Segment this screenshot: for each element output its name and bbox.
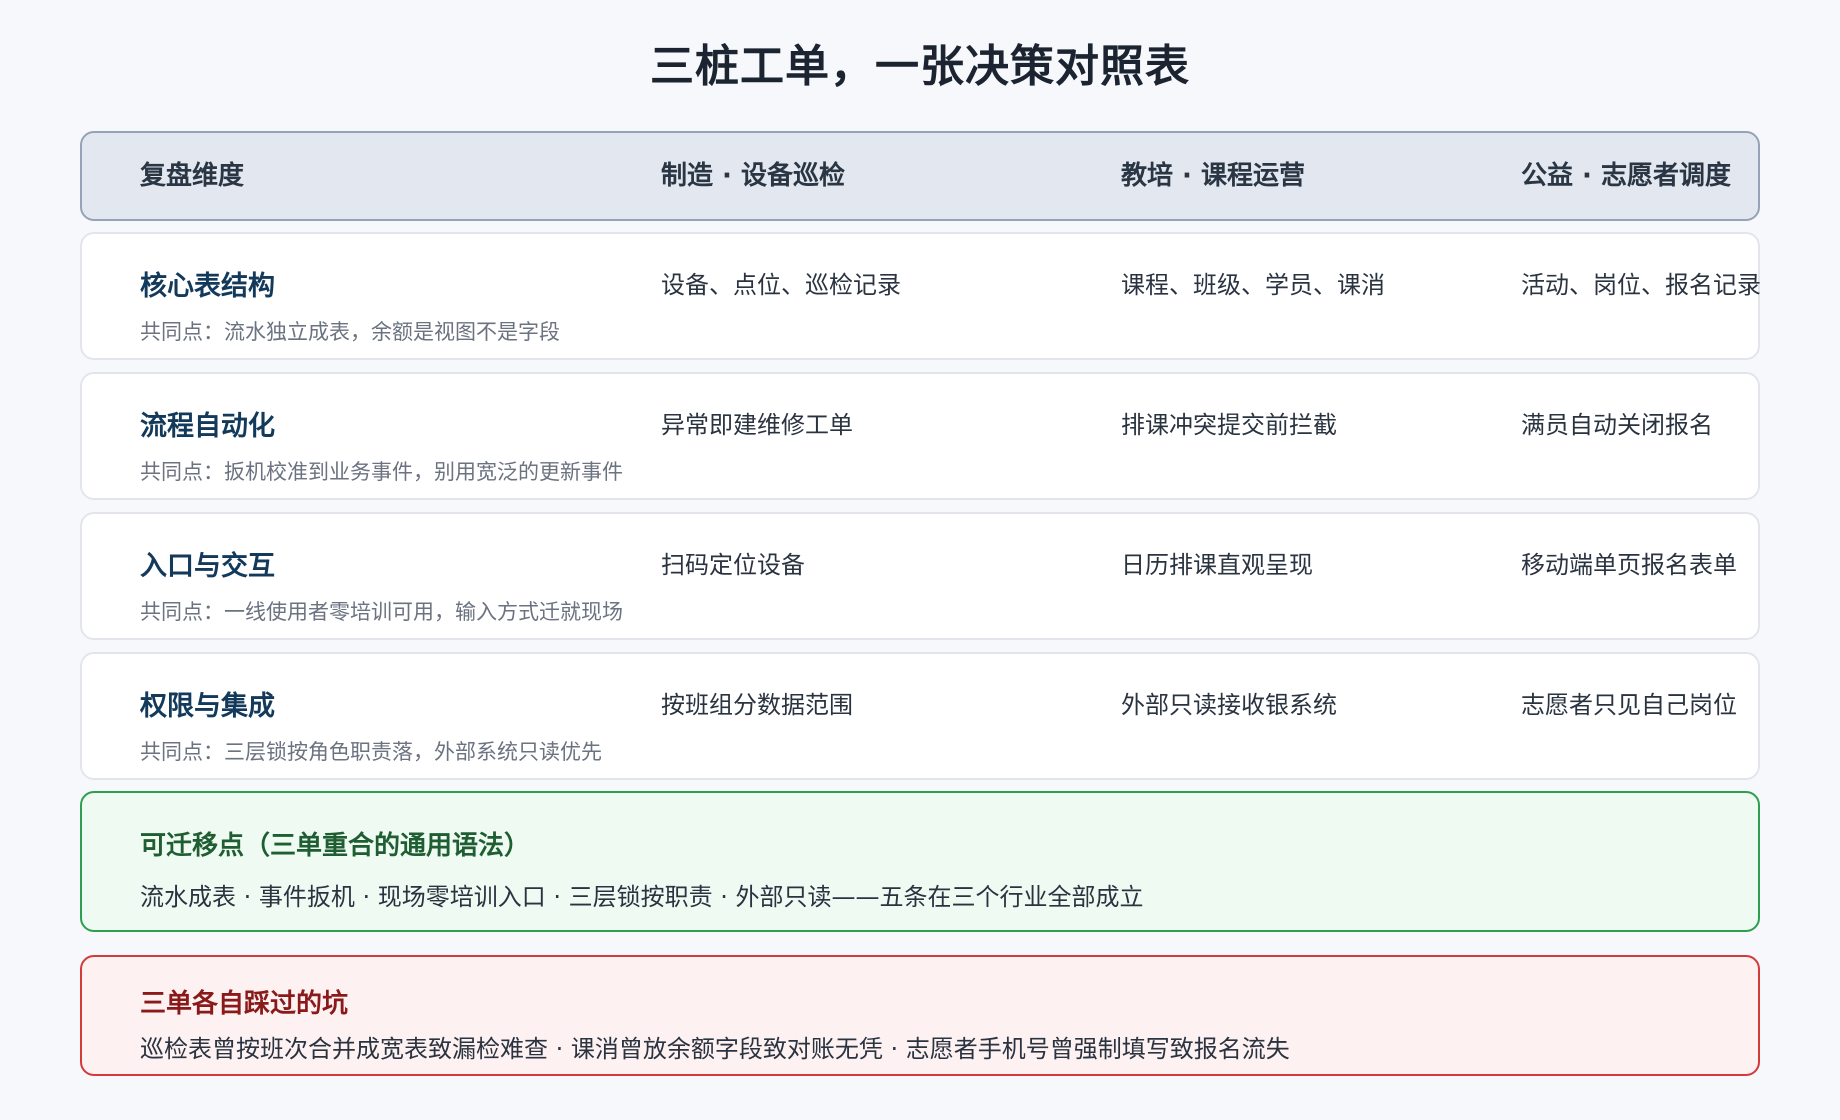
table-row: 流程自动化 异常即建维修工单 排课冲突提交前拦截 满员自动关闭报名 共同点：扳机… [80,372,1760,500]
row-education: 日历排课直观呈现 [1121,551,1313,579]
row-common-note: 共同点：扳机校准到业务事件，别用宽泛的更新事件 [140,460,623,484]
row-common-note: 共同点：流水独立成表，余额是视图不是字段 [140,320,560,344]
pitfalls-title: 三单各自踩过的坑 [140,989,349,1019]
row-education: 外部只读接收银系统 [1121,691,1337,719]
row-education: 排课冲突提交前拦截 [1121,411,1337,439]
row-manufacturing: 扫码定位设备 [661,551,805,579]
table-row: 权限与集成 按班组分数据范围 外部只读接收银系统 志愿者只见自己岗位 共同点：三… [80,652,1760,780]
row-manufacturing: 按班组分数据范围 [661,691,853,719]
header-education: 教培 · 课程运营 [1121,161,1305,191]
row-charity: 移动端单页报名表单 [1521,551,1737,579]
header-charity: 公益 · 志愿者调度 [1521,161,1731,191]
row-manufacturing: 设备、点位、巡检记录 [661,271,901,299]
row-dimension: 权限与集成 [140,691,275,722]
page-title: 三桩工单，一张决策对照表 [650,41,1190,92]
header-dimension: 复盘维度 [140,161,245,191]
header-manufacturing: 制造 · 设备巡检 [661,161,845,191]
row-dimension: 核心表结构 [140,271,275,302]
row-manufacturing: 异常即建维修工单 [661,411,853,439]
table-header: 复盘维度 制造 · 设备巡检 教培 · 课程运营 公益 · 志愿者调度 [80,131,1760,221]
row-dimension: 流程自动化 [140,411,275,442]
table-row: 入口与交互 扫码定位设备 日历排课直观呈现 移动端单页报名表单 共同点：一线使用… [80,512,1760,640]
row-common-note: 共同点：三层锁按角色职责落，外部系统只读优先 [140,740,602,764]
row-dimension: 入口与交互 [140,551,275,582]
pitfalls-box: 三单各自踩过的坑 巡检表曾按班次合并成宽表致漏检难查 · 课消曾放余额字段致对账… [80,955,1760,1076]
row-common-note: 共同点：一线使用者零培训可用，输入方式迁就现场 [140,600,623,624]
row-charity: 满员自动关闭报名 [1521,411,1713,439]
row-education: 课程、班级、学员、课消 [1121,271,1385,299]
table-row: 核心表结构 设备、点位、巡检记录 课程、班级、学员、课消 活动、岗位、报名记录 … [80,232,1761,360]
transferable-text: 流水成表 · 事件扳机 · 现场零培训入口 · 三层锁按职责 · 外部只读——五… [140,883,1144,911]
pitfalls-text: 巡检表曾按班次合并成宽表致漏检难查 · 课消曾放余额字段致对账无凭 · 志愿者手… [140,1035,1290,1063]
transferable-title: 可迁移点（三单重合的通用语法） [140,831,531,861]
decision-table-page: 三桩工单，一张决策对照表 复盘维度 制造 · 设备巡检 教培 · 课程运营 公益… [0,0,1840,1120]
transferable-points-box: 可迁移点（三单重合的通用语法） 流水成表 · 事件扳机 · 现场零培训入口 · … [80,791,1760,932]
row-charity: 活动、岗位、报名记录 [1521,271,1761,299]
row-charity: 志愿者只见自己岗位 [1521,691,1737,719]
